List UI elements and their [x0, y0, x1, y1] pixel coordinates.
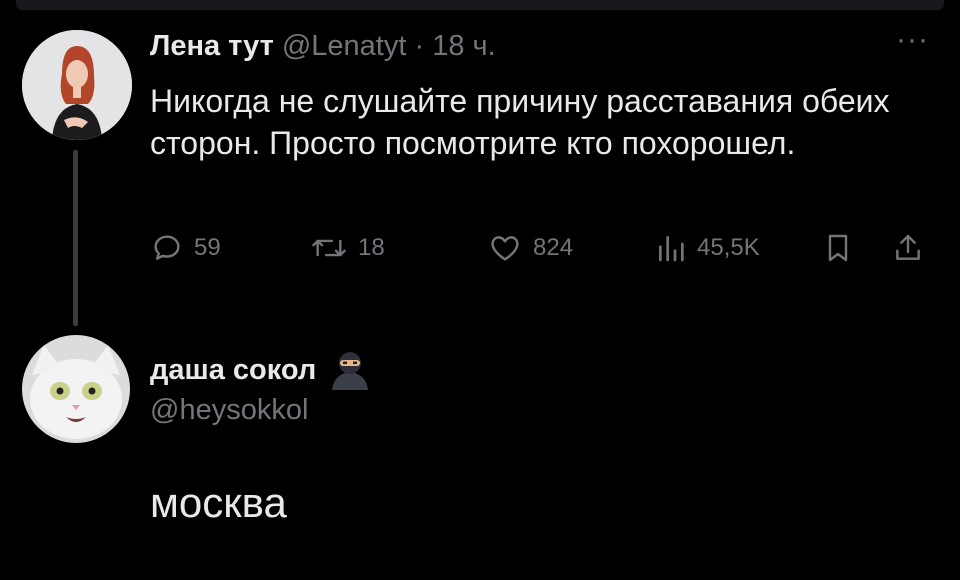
avatar-lena[interactable]: [22, 30, 132, 140]
repost-count: 18: [358, 234, 385, 261]
heart-icon: [491, 236, 519, 261]
reply-text: москва: [150, 479, 287, 526]
like-count: 824: [533, 234, 574, 261]
views-button[interactable]: 45,5K: [655, 228, 760, 268]
share-icon: [896, 234, 920, 260]
avatar-lena-image: [22, 30, 132, 140]
reply-author-name-row: даша сокол: [150, 350, 372, 390]
reply-button[interactable]: 59: [150, 228, 221, 268]
header-separator: ·: [414, 30, 425, 62]
tweet-text: Никогда не слушайте причину расставания …: [150, 83, 890, 161]
reply-count: 59: [194, 234, 221, 261]
repost-button[interactable]: 18: [310, 228, 385, 268]
like-button[interactable]: 824: [487, 228, 573, 268]
views-count: 45,5K: [697, 234, 760, 261]
thread-line: [73, 150, 78, 326]
reply-author-handle[interactable]: @heysokkol: [150, 392, 308, 428]
tweet-header: Лена тут @Lenatyt · 18 ч.: [150, 28, 496, 64]
more-options-icon[interactable]: ···: [896, 25, 929, 55]
reply-author-name[interactable]: даша сокол: [150, 352, 316, 388]
views-chart-icon: [659, 236, 684, 262]
tweet-author-name[interactable]: Лена тут: [150, 30, 274, 62]
tweet-actions: 59 18 824 45,5K: [150, 228, 940, 268]
repost-icon: [312, 239, 346, 257]
tweet-author-handle[interactable]: @Lenatyt: [282, 30, 407, 62]
bookmark-button[interactable]: [822, 228, 854, 268]
tweet-time[interactable]: 18 ч.: [432, 30, 495, 62]
top-bar-edge: [16, 0, 944, 10]
ninja-emoji-icon: [332, 352, 369, 390]
share-button[interactable]: [892, 228, 924, 268]
reply-icon: [154, 235, 180, 260]
top-bar: [0, 0, 960, 12]
bookmark-icon: [828, 234, 848, 262]
avatar-dasha[interactable]: [22, 335, 130, 443]
avatar-dasha-image: [22, 335, 130, 443]
